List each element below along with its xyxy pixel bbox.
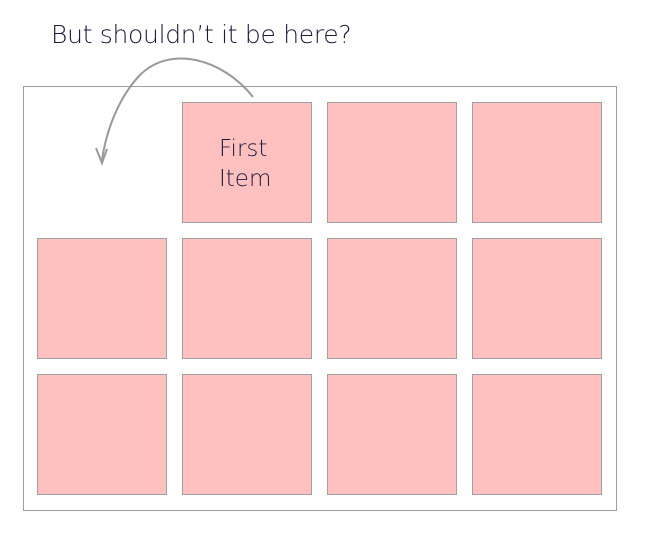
caption-question: But shouldn’t it be here?: [51, 20, 352, 49]
grid-item: [37, 238, 167, 359]
grid-item: [472, 102, 602, 223]
item-label: First Item: [219, 134, 271, 194]
grid-item: [472, 374, 602, 495]
grid-item: [327, 374, 457, 495]
item-label-line: Item: [219, 166, 272, 192]
grid-item: [327, 102, 457, 223]
item-label-line: First: [219, 136, 268, 162]
grid-item: [472, 238, 602, 359]
grid-item: [182, 238, 312, 359]
grid-item: [182, 374, 312, 495]
grid-item-first: First Item: [182, 102, 312, 223]
grid-item: [327, 238, 457, 359]
grid-item: [37, 374, 167, 495]
